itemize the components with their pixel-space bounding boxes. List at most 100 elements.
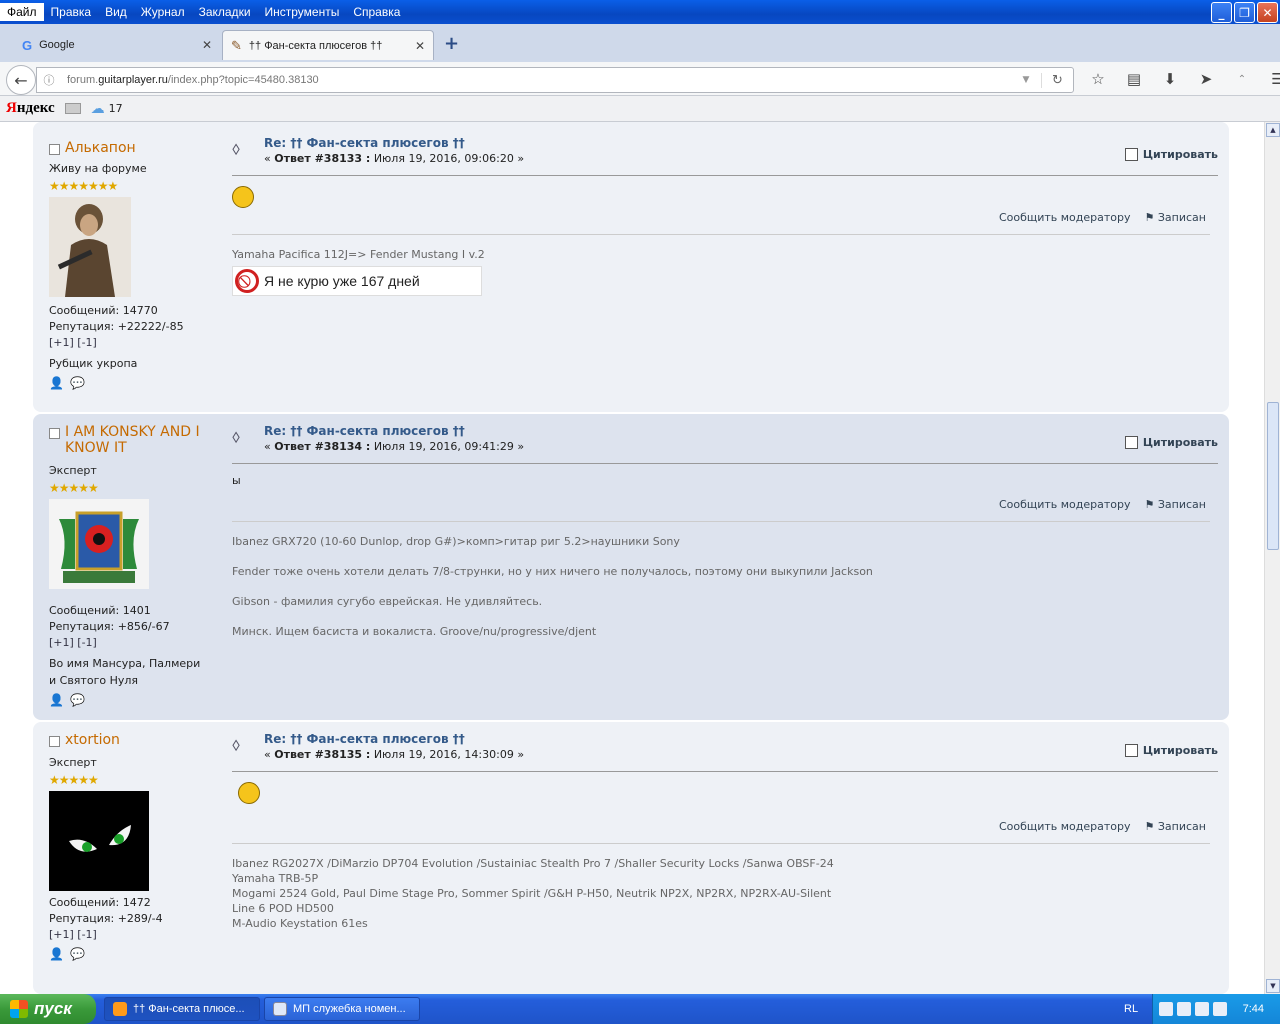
post-footer: Сообщить модератору ⚑ Записан: [232, 211, 1210, 235]
post-date: Июля 19, 2016, 09:41:29: [373, 440, 514, 453]
menu-tools[interactable]: Инструменты: [258, 3, 347, 21]
menu-bookmarks[interactable]: Закладки: [192, 3, 258, 21]
page-content: Алькапон Живу на форуме ★★★★★★★ Сообщени…: [0, 122, 1264, 994]
karma-buttons[interactable]: [+1] [-1]: [49, 635, 209, 651]
poster-rank: Живу на форуме: [49, 162, 147, 175]
navigation-bar: ← ⓘ forum.guitarplayer.ru/index.php?topi…: [0, 62, 1280, 96]
scroll-thumb[interactable]: [1267, 402, 1279, 550]
rank-stars: ★★★★★: [49, 773, 99, 787]
post-title[interactable]: Re: †† Фан-секта плюсегов ††: [264, 136, 524, 150]
tray-icon[interactable]: [1195, 1002, 1209, 1016]
tab-forum[interactable]: ✎ †† Фан-секта плюсегов †† ✕: [222, 30, 434, 60]
answer-number: Ответ #38133 :: [274, 152, 371, 165]
no-smoking-icon: ⃠: [235, 269, 259, 293]
post-footer: Сообщить модератору ⚑ Записан: [232, 820, 1210, 844]
quote-button[interactable]: Цитировать: [1124, 744, 1218, 757]
karma-buttons[interactable]: [+1] [-1]: [49, 927, 209, 943]
profile-icon[interactable]: 👤: [49, 376, 64, 390]
report-to-moderator-link[interactable]: Сообщить модератору: [999, 820, 1131, 833]
info-icon[interactable]: ⓘ: [37, 72, 61, 88]
signature: Yamaha Pacifica 112J=> Fender Mustang I …: [232, 247, 1218, 296]
firefox-icon: [113, 1002, 127, 1016]
close-window-button[interactable]: ✕: [1257, 2, 1278, 23]
language-indicator[interactable]: RL: [1124, 1003, 1138, 1015]
pm-icon[interactable]: 💬: [70, 376, 85, 390]
poster-info: I AM KONSKY AND I KNOW IT Эксперт ★★★★★ …: [49, 424, 209, 707]
reputation: Репутация: +289/-4: [49, 912, 163, 925]
yandex-bookmark[interactable]: Яндекс: [6, 100, 55, 117]
quote-button[interactable]: Цитировать: [1124, 436, 1218, 449]
post-title[interactable]: Re: †† Фан-секта плюсегов ††: [264, 732, 524, 746]
logged-label: ⚑ Записан: [1144, 820, 1206, 833]
report-to-moderator-link[interactable]: Сообщить модератору: [999, 211, 1131, 224]
post-date: Июля 19, 2016, 14:30:09: [373, 748, 514, 761]
reading-list-icon[interactable]: ▤: [1121, 68, 1147, 90]
tray-icon[interactable]: [1177, 1002, 1191, 1016]
quote-icon: [1124, 436, 1138, 449]
reload-icon[interactable]: ↻: [1041, 72, 1073, 88]
quote-button[interactable]: Цитировать: [1124, 148, 1218, 161]
quote-icon: [1124, 148, 1138, 161]
tray-icon[interactable]: [1213, 1002, 1227, 1016]
mail-icon[interactable]: [64, 103, 81, 114]
pm-icon[interactable]: 💬: [70, 947, 85, 961]
bookmark-star-icon[interactable]: ☆: [1085, 68, 1111, 90]
scroll-down-icon[interactable]: ▼: [1266, 979, 1280, 993]
post-title[interactable]: Re: †† Фан-секта плюсегов ††: [264, 424, 524, 438]
tab-bar: G Google ✕ ✎ †† Фан-секта плюсегов †† ✕ …: [0, 24, 1280, 62]
menu-bar: Файл Правка Вид Журнал Закладки Инструме…: [0, 0, 1280, 24]
avatar: [49, 791, 149, 891]
close-tab-icon[interactable]: ✕: [202, 38, 212, 52]
scroll-up-icon[interactable]: ▲: [1266, 123, 1280, 137]
profile-icon[interactable]: 👤: [49, 947, 64, 961]
cool-smiley-icon: [232, 186, 254, 208]
answer-number: Ответ #38135 :: [274, 748, 371, 761]
message-count: Сообщений: 14770: [49, 304, 158, 317]
online-status-checkbox: [49, 428, 60, 439]
back-button[interactable]: ←: [6, 65, 36, 95]
menu-view[interactable]: Вид: [98, 3, 134, 21]
taskbar-item-document[interactable]: МП служебка номен...: [264, 997, 420, 1021]
url-text[interactable]: forum.guitarplayer.ru/index.php?topic=45…: [61, 74, 1011, 86]
profile-icon[interactable]: 👤: [49, 693, 64, 707]
address-bar[interactable]: ⓘ forum.guitarplayer.ru/index.php?topic=…: [36, 67, 1074, 93]
weather-cloud-icon[interactable]: ☁: [91, 101, 105, 117]
poster-name[interactable]: xtortion: [65, 732, 120, 748]
tray-icon[interactable]: [1159, 1002, 1173, 1016]
pm-icon[interactable]: 💬: [70, 693, 85, 707]
logged-label: ⚑ Записан: [1144, 498, 1206, 511]
download-icon[interactable]: ⬇: [1157, 68, 1183, 90]
poster-name[interactable]: Алькапон: [65, 140, 136, 156]
restore-button[interactable]: ❐: [1234, 2, 1255, 23]
send-icon[interactable]: ➤: [1193, 68, 1219, 90]
poster-name[interactable]: I AM KONSKY AND I KNOW IT: [65, 424, 209, 456]
post-date: Июля 19, 2016, 09:06:20: [373, 152, 514, 165]
url-dropdown-icon[interactable]: ▼: [1011, 75, 1041, 85]
new-tab-button[interactable]: +: [444, 33, 459, 54]
weather-temperature: 17: [108, 102, 123, 115]
menu-help[interactable]: Справка: [346, 3, 407, 21]
hamburger-menu-icon[interactable]: ☰: [1265, 68, 1280, 90]
karma-buttons[interactable]: [+1] [-1]: [49, 335, 209, 351]
menu-history[interactable]: Журнал: [134, 3, 192, 21]
personal-text: Рубщик укропа: [49, 357, 138, 370]
clock: 7:44: [1242, 1003, 1264, 1015]
close-tab-icon[interactable]: ✕: [415, 39, 425, 53]
menu-file[interactable]: Файл: [0, 3, 44, 21]
post-body: ⬨ Re: †† Фан-секта плюсегов †† « Ответ #…: [232, 732, 1218, 930]
forum-post: xtortion Эксперт ★★★★★ Сообщений: 1472 Р…: [33, 722, 1229, 994]
post-footer: Сообщить модератору ⚑ Записан: [232, 498, 1210, 522]
post-message: [232, 782, 1218, 820]
system-tray: 7:44: [1152, 994, 1280, 1024]
taskbar-item-firefox[interactable]: †† Фан-секта плюсе...: [104, 997, 260, 1021]
reputation: Репутация: +856/-67: [49, 620, 170, 633]
laughing-smiley-icon: [238, 782, 260, 804]
tab-google[interactable]: G Google ✕: [14, 30, 220, 60]
menu-edit[interactable]: Правка: [44, 3, 99, 21]
chevron-up-icon[interactable]: ⌃: [1229, 68, 1255, 90]
report-to-moderator-link[interactable]: Сообщить модератору: [999, 498, 1131, 511]
vertical-scrollbar[interactable]: ▲ ▼: [1264, 122, 1280, 994]
start-button[interactable]: пуск: [0, 994, 96, 1024]
google-icon: G: [22, 37, 33, 53]
minimize-button[interactable]: _: [1211, 2, 1232, 23]
